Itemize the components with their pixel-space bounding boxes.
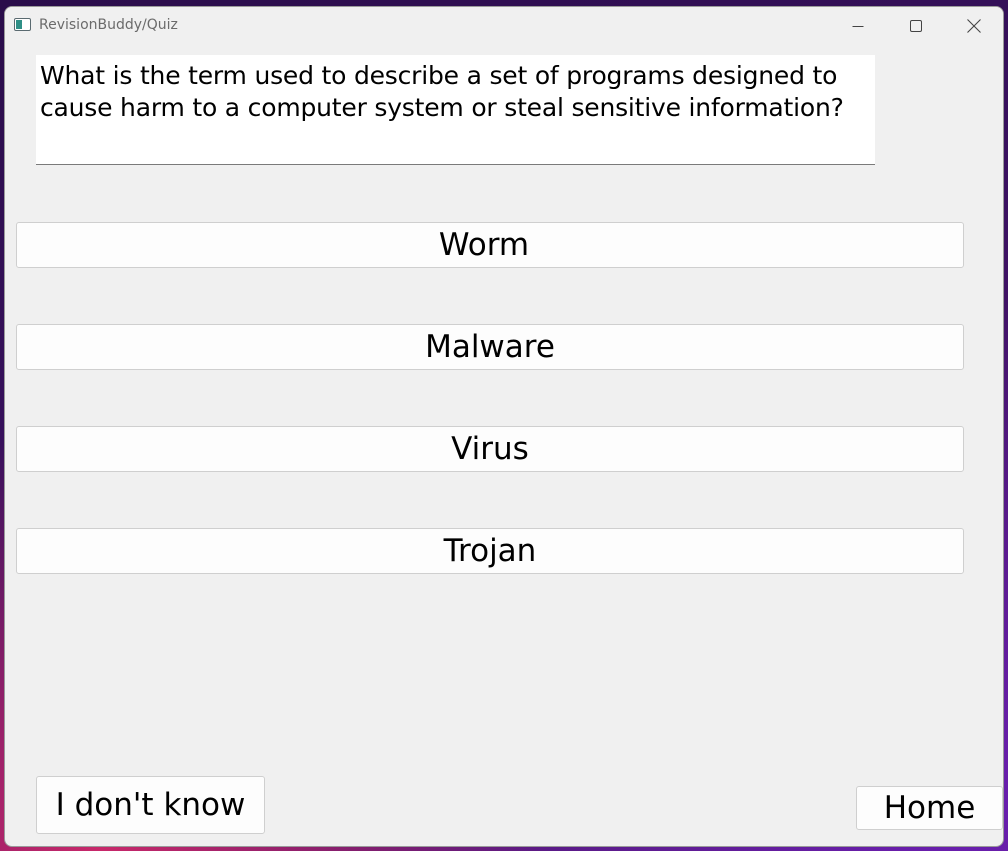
title-bar[interactable]: RevisionBuddy/Quiz [5, 7, 1003, 45]
answer-label: Malware [425, 329, 555, 365]
question-text: What is the term used to describe a set … [40, 61, 844, 122]
minimize-icon [852, 26, 864, 27]
maximize-icon [910, 20, 922, 32]
question-text-box: What is the term used to describe a set … [36, 55, 875, 165]
answer-label: Virus [451, 431, 529, 467]
close-icon [967, 19, 981, 33]
answer-label: Trojan [443, 533, 537, 569]
maximize-button[interactable] [887, 7, 945, 45]
quiz-window: RevisionBuddy/Quiz What is the term used… [4, 6, 1004, 847]
minimize-button[interactable] [829, 7, 887, 45]
answer-label: Worm [438, 227, 530, 263]
home-button[interactable]: Home [856, 786, 1003, 830]
close-button[interactable] [945, 7, 1003, 45]
dont-know-button[interactable]: I don't know [36, 776, 265, 834]
answer-button-2[interactable]: Malware [16, 324, 964, 370]
window-title: RevisionBuddy/Quiz [39, 17, 178, 33]
answer-button-3[interactable]: Virus [16, 426, 964, 472]
answer-button-1[interactable]: Worm [16, 222, 964, 268]
app-window-icon [14, 18, 31, 31]
answer-button-4[interactable]: Trojan [16, 528, 964, 574]
